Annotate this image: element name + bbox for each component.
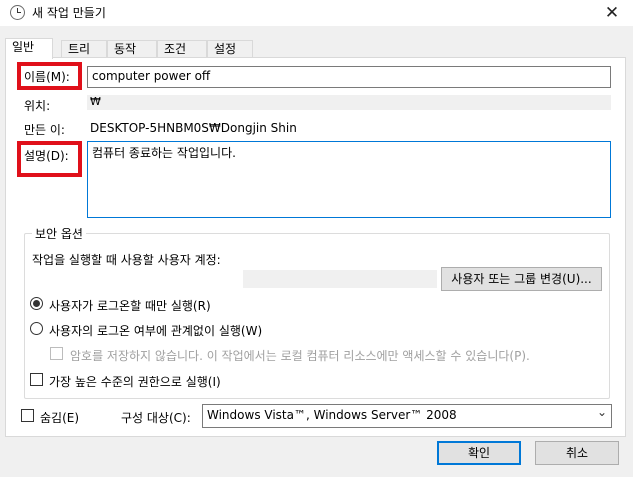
- run-when-logged-on-radio[interactable]: [30, 297, 43, 310]
- window-title: 새 작업 만들기: [32, 6, 106, 20]
- configure-for-select[interactable]: Windows Vista™, Windows Server™ 2008 ⌄: [202, 404, 612, 428]
- highest-privileges-label: 가장 높은 수준의 권한으로 실행(I): [49, 375, 221, 389]
- hidden-checkbox[interactable]: [21, 409, 34, 422]
- run-whether-logged-on-label: 사용자의 로그온 여부에 관계없이 실행(W): [49, 324, 263, 338]
- chevron-down-icon: ⌄: [596, 405, 607, 419]
- hidden-label: 숨김(E): [40, 411, 80, 425]
- location-value: ₩: [90, 95, 101, 108]
- tab-settings[interactable]: 설정: [207, 40, 253, 58]
- title-bar: 새 작업 만들기 ✕: [0, 0, 633, 26]
- description-textarea[interactable]: 컴퓨터 종료하는 작업입니다.: [87, 141, 611, 218]
- change-user-button[interactable]: 사용자 또는 그룹 변경(U)...: [441, 267, 602, 291]
- tab-triggers[interactable]: 트리거: [61, 40, 107, 72]
- run-whether-logged-on-radio[interactable]: [30, 322, 43, 335]
- location-value-field: ₩: [87, 95, 611, 110]
- cancel-button[interactable]: 취소: [535, 441, 619, 465]
- run-when-logged-on-label: 사용자가 로그온할 때만 실행(R): [49, 299, 211, 313]
- tab-general[interactable]: 일반: [5, 38, 53, 59]
- configure-for-value: Windows Vista™, Windows Server™ 2008: [207, 408, 457, 422]
- ok-button[interactable]: 확인: [437, 441, 521, 465]
- do-not-store-password-label: 암호를 저장하지 않습니다. 이 작업에서는 로컬 컴퓨터 리소스에만 액세스할…: [70, 349, 530, 363]
- author-label: 만든 이:: [24, 123, 65, 137]
- run-as-user-field: [243, 270, 437, 288]
- author-value: DESKTOP-5HNBM0S₩Dongjin Shin: [90, 121, 297, 135]
- tab-actions[interactable]: 동작: [107, 40, 157, 58]
- configure-for-label: 구성 대상(C):: [121, 411, 191, 425]
- security-options-title: 보안 옵션: [32, 225, 86, 242]
- name-label: 이름(M):: [24, 70, 70, 84]
- run-as-label: 작업을 실행할 때 사용할 사용자 계정:: [32, 253, 221, 267]
- do-not-store-password-checkbox[interactable]: [50, 347, 63, 360]
- close-icon[interactable]: ✕: [601, 2, 623, 24]
- task-scheduler-clock-icon: [10, 5, 25, 20]
- location-label: 위치:: [24, 99, 51, 113]
- name-input[interactable]: computer power off: [87, 66, 611, 88]
- highest-privileges-checkbox[interactable]: [30, 373, 43, 386]
- tab-conditions[interactable]: 조건: [157, 40, 207, 58]
- description-label: 설명(D):: [24, 149, 69, 163]
